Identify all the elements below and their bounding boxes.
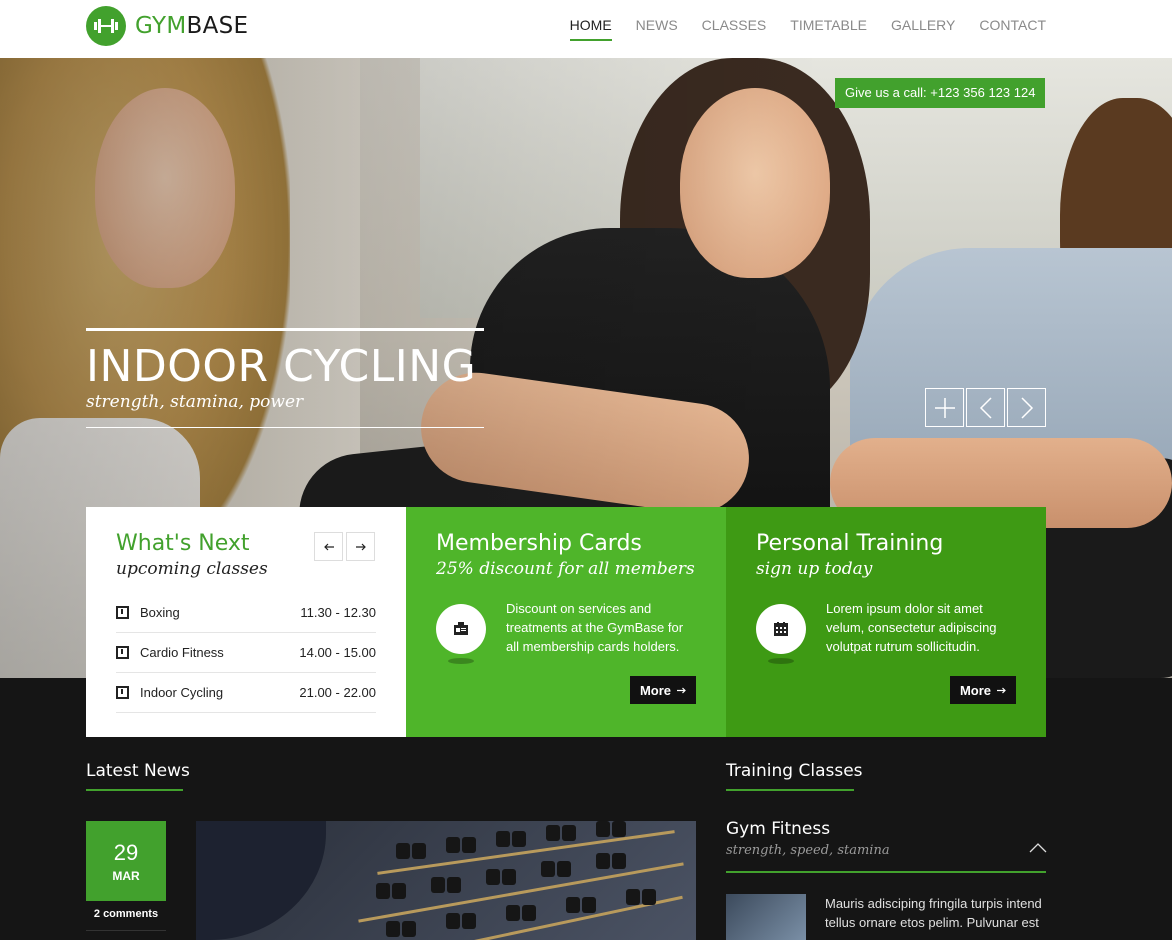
dumbbell-shape	[376, 883, 390, 899]
plus-icon	[934, 397, 955, 418]
news-month: MAR	[112, 869, 140, 883]
news-date-badge: 29 MAR	[86, 821, 166, 901]
latest-news-heading: Latest News	[86, 761, 190, 781]
slide-title: INDOOR CYCLING	[86, 341, 477, 392]
list-item[interactable]: Indoor Cycling 21.00 - 22.00	[116, 673, 376, 713]
training-title: Personal Training	[756, 531, 944, 556]
dumbbell-shape	[396, 843, 410, 859]
nav-news[interactable]: NEWS	[636, 17, 678, 41]
call-us-button[interactable]: Give us a call: +123 356 123 124	[835, 78, 1046, 108]
dumbbell-shape	[446, 837, 460, 853]
arrow-right-icon	[355, 543, 366, 550]
icon-shadow	[768, 658, 794, 664]
membership-subtitle: 25% discount for all members	[436, 559, 695, 579]
classes-prev-button[interactable]	[314, 532, 343, 561]
chevron-left-icon	[979, 396, 992, 419]
image-shadow	[196, 821, 326, 940]
caption-divider	[86, 427, 484, 428]
training-text: Lorem ipsum dolor sit amet velum, consec…	[826, 601, 997, 654]
class-divider	[726, 871, 1046, 873]
slider-expand-button[interactable]	[925, 388, 964, 427]
dumbbell-shape	[506, 905, 520, 921]
class-description: Mauris adisciping fringila turpis intend…	[825, 896, 1042, 930]
arrow-left-icon	[323, 543, 334, 550]
membership-box: Membership Cards 25% discount for all me…	[406, 507, 726, 737]
caption-divider	[86, 328, 484, 331]
membership-more-button[interactable]: More	[630, 676, 696, 704]
dumbbell-shape	[446, 913, 460, 929]
feature-boxes: What's Next upcoming classes Boxing 11.3…	[86, 507, 1046, 737]
whats-next-title: What's Next	[116, 531, 250, 556]
dumbbell-shape	[626, 889, 640, 905]
site-header: GYMBASE HOME NEWS CLASSES TIMETABLE GALL…	[0, 0, 1172, 58]
nav-classes[interactable]: CLASSES	[702, 17, 767, 41]
class-time: 11.30 - 12.30	[300, 605, 376, 620]
dumbbell-shape	[546, 825, 560, 841]
nav-home[interactable]: HOME	[569, 17, 612, 41]
arrow-right-icon	[677, 687, 686, 693]
heading-underline	[726, 789, 854, 791]
clock-icon	[116, 686, 129, 699]
personal-training-box: Personal Training sign up today Lorem ip…	[726, 507, 1046, 737]
whats-next-subtitle: upcoming classes	[116, 559, 268, 579]
slide-caption: INDOOR CYCLING strength, stamina, power	[86, 328, 484, 428]
class-subtitle: strength, speed, stamina	[726, 843, 890, 858]
chevron-right-icon	[1020, 396, 1033, 419]
membership-card-icon	[436, 604, 486, 654]
slider-next-button[interactable]	[1007, 388, 1046, 427]
more-label: More	[959, 682, 992, 698]
class-time: 14.00 - 15.00	[299, 645, 376, 660]
heading-underline	[86, 789, 183, 791]
class-name: Boxing	[140, 605, 180, 620]
dumbbell-shape	[566, 897, 580, 913]
brand-name: GYMBASE	[135, 13, 249, 39]
nav-gallery[interactable]: GALLERY	[891, 17, 955, 41]
classes-next-button[interactable]	[346, 532, 375, 561]
training-more-button[interactable]: More	[950, 676, 1016, 704]
training-classes-heading: Training Classes	[726, 761, 863, 781]
list-item[interactable]: Boxing 11.30 - 12.30	[116, 593, 376, 633]
icon-shadow	[448, 658, 474, 664]
slide-subtitle: strength, stamina, power	[86, 392, 304, 412]
dumbbell-shape	[386, 921, 400, 937]
dumbbell-shape	[486, 869, 500, 885]
rack-bar	[377, 830, 675, 875]
chevron-up-icon[interactable]	[1028, 840, 1048, 854]
news-image[interactable]	[196, 821, 696, 940]
slider-prev-button[interactable]	[966, 388, 1005, 427]
upcoming-classes-list: Boxing 11.30 - 12.30 Cardio Fitness 14.0…	[116, 593, 376, 713]
main-nav: HOME NEWS CLASSES TIMETABLE GALLERY CONT…	[546, 17, 1046, 41]
list-item[interactable]: Cardio Fitness 14.00 - 15.00	[116, 633, 376, 673]
dumbbell-shape	[431, 877, 445, 893]
class-title[interactable]: Gym Fitness	[726, 819, 830, 839]
news-day: 29	[113, 840, 139, 865]
class-thumbnail[interactable]	[726, 894, 806, 940]
nav-contact[interactable]: CONTACT	[979, 17, 1046, 41]
class-name: Indoor Cycling	[140, 685, 224, 700]
logo[interactable]: GYMBASE	[86, 6, 248, 46]
comments-link[interactable]: 2 comments	[86, 905, 166, 931]
clock-icon	[116, 606, 129, 619]
membership-text: Discount on services and treatments at t…	[506, 601, 684, 654]
class-name: Cardio Fitness	[140, 645, 224, 660]
arrow-right-icon	[997, 687, 1006, 693]
whats-next-box: What's Next upcoming classes Boxing 11.3…	[86, 507, 406, 737]
dumbbell-shape	[541, 861, 555, 877]
dumbbell-shape	[496, 831, 510, 847]
training-subtitle: sign up today	[756, 559, 873, 579]
more-label: More	[639, 682, 672, 698]
calendar-icon	[756, 604, 806, 654]
dumbbell-icon	[86, 6, 126, 46]
class-time: 21.00 - 22.00	[299, 685, 376, 700]
clock-icon	[116, 646, 129, 659]
membership-title: Membership Cards	[436, 531, 642, 556]
nav-timetable[interactable]: TIMETABLE	[790, 17, 867, 41]
dumbbell-shape	[596, 821, 610, 837]
dumbbell-shape	[596, 853, 610, 869]
